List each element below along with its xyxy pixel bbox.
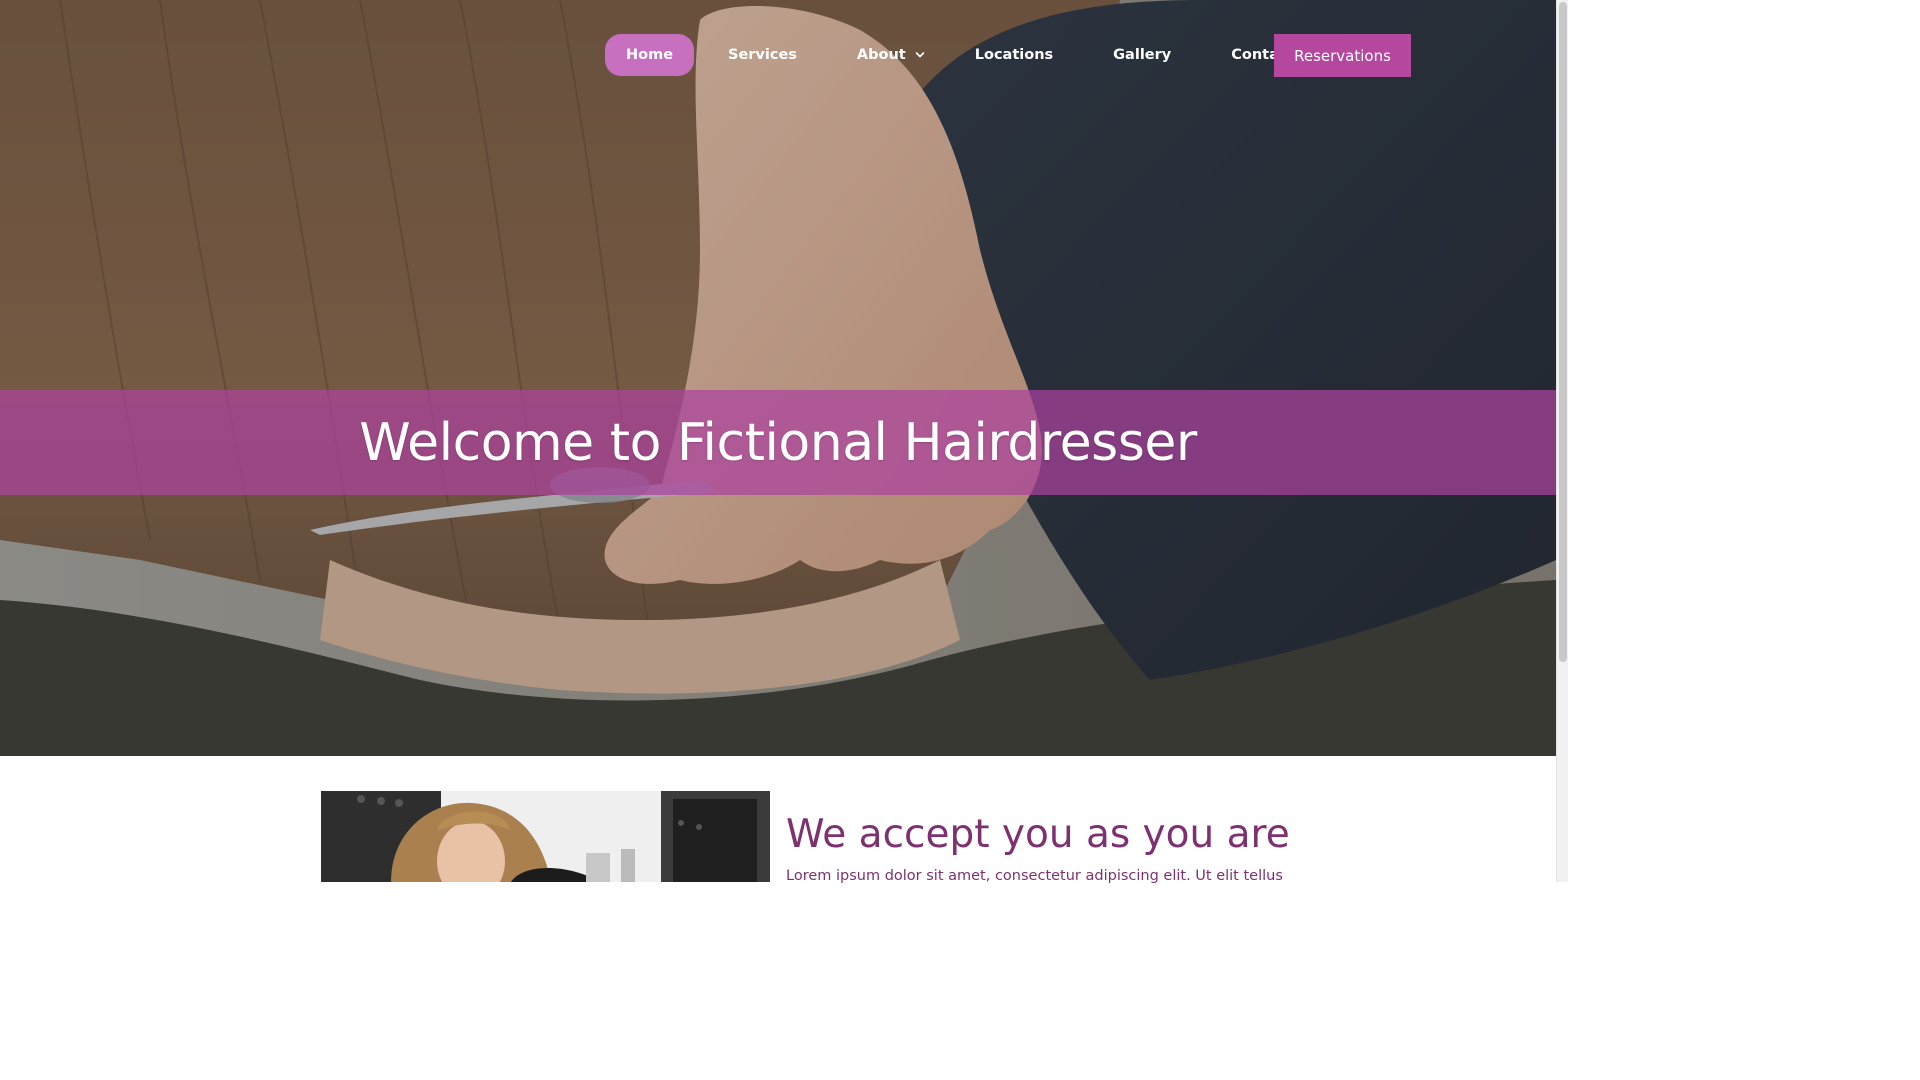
nav-item-gallery[interactable]: Gallery: [1113, 34, 1171, 76]
section-heading: We accept you as you are: [786, 812, 1290, 857]
hero-overlay: [0, 0, 1556, 756]
nav-item-about[interactable]: About: [857, 34, 925, 76]
main-nav: Home Services About Locations Gallery Co…: [605, 34, 1294, 76]
scrollbar[interactable]: [1556, 0, 1568, 882]
nav-item-label: Gallery: [1113, 47, 1172, 63]
nav-item-home[interactable]: Home: [605, 34, 694, 76]
scrollbar-thumb[interactable]: [1559, 2, 1567, 662]
section-text: Lorem ipsum dolor sit amet, consectetur …: [786, 868, 1283, 884]
hero-section: [0, 0, 1556, 756]
chevron-down-icon: [915, 52, 925, 58]
hero-title-band: Welcome to Fictional Hairdresser: [0, 390, 1556, 495]
nav-item-label: Home: [625, 47, 674, 63]
nav-item-label: Locations: [974, 47, 1054, 63]
content-image: [321, 791, 770, 882]
salon-image: [321, 791, 770, 882]
nav-item-label: About: [856, 47, 906, 63]
nav-item-locations[interactable]: Locations: [975, 34, 1053, 76]
nav-item-services[interactable]: Services: [728, 34, 797, 76]
nav-item-label: Services: [728, 47, 797, 63]
reservations-button[interactable]: Reservations: [1274, 34, 1411, 77]
hero-title: Welcome to Fictional Hairdresser: [359, 412, 1197, 473]
